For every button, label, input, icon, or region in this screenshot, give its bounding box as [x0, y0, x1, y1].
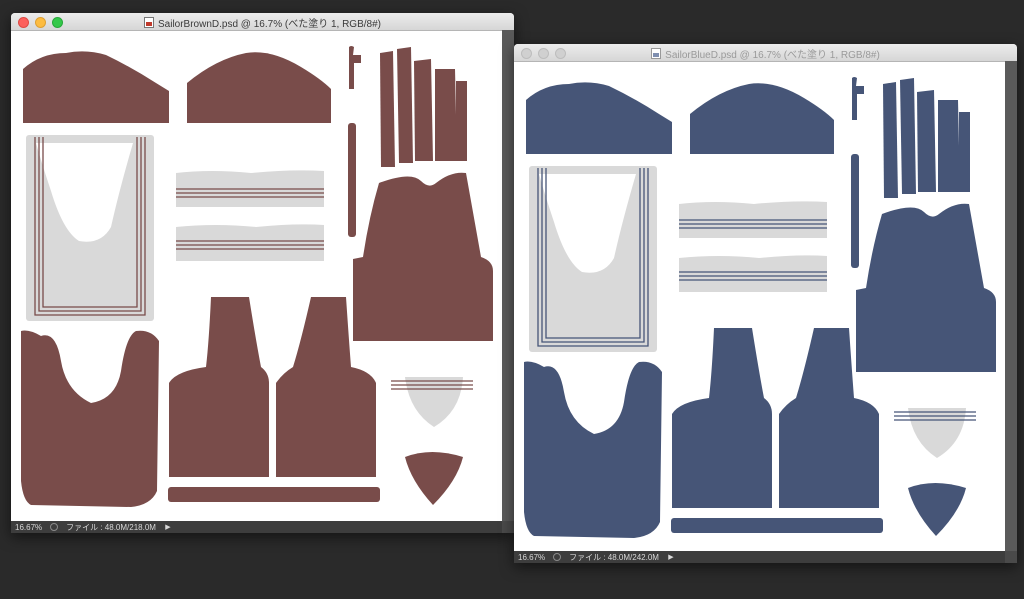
status-bar: 16.67% ファイル : 48.0M/242.0M ▶: [514, 551, 1017, 563]
tie-triangle: [908, 483, 966, 536]
tall-strip-3: [414, 59, 433, 161]
zoom-level[interactable]: 16.67%: [15, 523, 42, 532]
tall-strip-2: [900, 78, 916, 194]
uv-texture-layout: [21, 46, 493, 507]
collar-piece-right: [187, 52, 331, 123]
collar-piece-left: [23, 51, 169, 123]
tall-strip-4: [435, 69, 457, 161]
psd-document-icon: [651, 48, 662, 59]
zoom-circle-icon[interactable]: [553, 553, 562, 561]
vertical-scrollbar[interactable]: [502, 30, 514, 521]
collar-piece-left: [526, 82, 672, 154]
document-window-brown[interactable]: SailorBrownD.psd @ 16.7% (べた塗り 1, RGB/8#…: [11, 13, 514, 533]
vertical-scrollbar[interactable]: [1005, 61, 1017, 551]
title-bar[interactable]: SailorBlueD.psd @ 16.7% (べた塗り 1, RGB/8#): [514, 44, 1017, 62]
psd-document-icon: [143, 17, 154, 28]
file-info: ファイル : 48.0M/218.0M: [66, 522, 156, 532]
window-title: SailorBlueD.psd @ 16.7% (べた塗り 1, RGB/8#): [514, 46, 1017, 61]
document-canvas[interactable]: [514, 62, 1005, 551]
hem-band: [168, 487, 380, 502]
triangle-right-icon[interactable]: ▶: [164, 523, 172, 531]
vest-piece: [353, 172, 493, 341]
window-title: SailorBrownD.psd @ 16.7% (べた塗り 1, RGB/8#…: [11, 15, 514, 30]
tall-strip-5: [456, 81, 467, 161]
tie-triangle: [405, 452, 463, 505]
title-bar[interactable]: SailorBrownD.psd @ 16.7% (べた塗り 1, RGB/8#…: [11, 13, 514, 31]
tall-strip-4: [938, 100, 960, 192]
zoom-level[interactable]: 16.67%: [518, 553, 545, 562]
stripe-band-2: [679, 255, 827, 292]
document-canvas[interactable]: [11, 31, 502, 521]
tall-strip-1: [883, 82, 898, 198]
tall-strip-1: [380, 51, 395, 167]
back-panel-left: [169, 297, 269, 477]
zoom-circle-icon[interactable]: [50, 523, 59, 531]
sleeve-strip-b: [851, 154, 859, 268]
resize-grip[interactable]: [1005, 551, 1017, 563]
sleeve-strip-b: [348, 123, 356, 237]
vest-piece: [856, 203, 996, 372]
window-title-text: SailorBrownD.psd @ 16.7% (べた塗り 1, RGB/8#…: [157, 19, 381, 30]
sleeve-strip-a: [349, 46, 361, 89]
triangle-right-icon[interactable]: ▶: [667, 553, 675, 561]
back-panel-left: [672, 328, 772, 508]
window-title-text: SailorBlueD.psd @ 16.7% (べた塗り 1, RGB/8#): [665, 50, 880, 61]
tall-strip-5: [959, 112, 970, 192]
front-panel-left: [524, 361, 662, 538]
file-info: ファイル : 48.0M/242.0M: [569, 552, 659, 562]
collar-piece-right: [690, 83, 834, 154]
front-panel-left: [21, 330, 159, 507]
sleeve-strip-a: [852, 77, 864, 120]
document-window-blue[interactable]: SailorBlueD.psd @ 16.7% (べた塗り 1, RGB/8#): [514, 44, 1017, 563]
uv-texture-layout: [524, 77, 996, 538]
stripe-band-2: [176, 224, 324, 261]
hem-band: [671, 518, 883, 533]
resize-grip[interactable]: [502, 521, 514, 533]
tall-strip-2: [397, 47, 413, 163]
tall-strip-3: [917, 90, 936, 192]
status-bar: 16.67% ファイル : 48.0M/218.0M ▶: [11, 521, 514, 533]
